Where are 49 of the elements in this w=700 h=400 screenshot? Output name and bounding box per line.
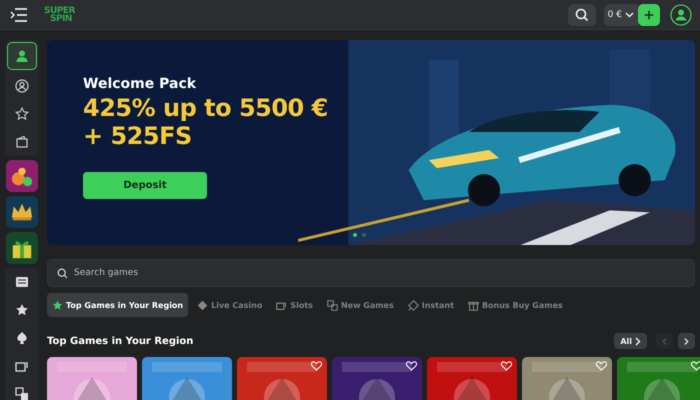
carousel-dot[interactable] (362, 233, 366, 237)
heart-icon[interactable] (501, 361, 512, 371)
star-icon (15, 303, 29, 317)
add-funds-button[interactable] (638, 4, 660, 26)
promo-tile[interactable] (6, 160, 38, 192)
heart-icon[interactable] (311, 361, 322, 371)
category-tab[interactable]: Slots (271, 293, 318, 317)
promo-tile[interactable] (6, 232, 38, 264)
search-button[interactable] (568, 4, 596, 26)
account-icon[interactable] (670, 4, 692, 26)
category-tab[interactable]: Top Games in Your Region (47, 293, 188, 317)
category-tab[interactable]: Live Casino (192, 293, 268, 317)
category-tab[interactable]: Instant (402, 293, 459, 317)
menu-icon[interactable] (10, 8, 28, 22)
slot-machine-icon (15, 359, 29, 373)
category-tab[interactable]: Bonus Buy Games (462, 293, 568, 317)
sidebar-item[interactable] (7, 42, 37, 70)
section-title: Top Games in Your Region (47, 336, 194, 346)
card-icon (15, 275, 29, 289)
heart-icon[interactable] (406, 361, 417, 371)
wallet-icon (15, 135, 29, 149)
star-icon (52, 300, 63, 310)
all-games-button[interactable]: All (614, 333, 647, 349)
chevron-right-icon (684, 336, 689, 346)
carousel-dot[interactable] (353, 233, 357, 237)
slot-machine-icon (276, 300, 288, 310)
next-button[interactable] (678, 333, 695, 349)
search-icon (574, 8, 589, 22)
chevron-right-icon (635, 336, 641, 346)
banner-headline: 425% up to 5500 € (83, 94, 328, 122)
banner-headline: + 525FS (83, 122, 192, 150)
squares-icon (326, 300, 338, 310)
squares-icon (15, 387, 29, 400)
user-icon (15, 49, 29, 63)
logo[interactable]: SUPER SPIN (44, 6, 75, 22)
gift-icon (468, 300, 479, 310)
chevron-down-icon (625, 12, 634, 18)
diamond-icon (197, 300, 208, 310)
plus-icon (644, 8, 654, 22)
search-field[interactable]: Search games (47, 259, 695, 287)
banner-title: Welcome Pack (83, 76, 196, 92)
deposit-button[interactable]: Deposit (83, 172, 207, 199)
star-icon (15, 107, 29, 121)
category-tab[interactable]: New Games (322, 293, 399, 317)
profile-icon (15, 79, 29, 93)
balance-dropdown[interactable]: 0 € (604, 4, 638, 26)
diamond-icon (408, 300, 419, 310)
chevron-left-icon (662, 336, 667, 346)
promo-tile[interactable] (6, 196, 38, 228)
